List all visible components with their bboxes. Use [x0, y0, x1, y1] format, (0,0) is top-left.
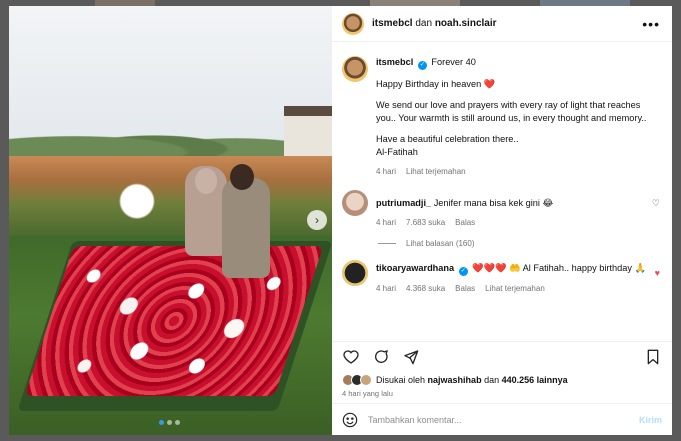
photo-hedge — [9, 156, 332, 236]
post-header: itsmebcl dan noah.sinclair ••• — [332, 6, 672, 42]
comment-reply-button[interactable]: Balas — [455, 282, 475, 295]
post-timeago[interactable]: 4 hari yang lalu — [332, 389, 672, 403]
comment-row: tikoaryawardhana ✓ ❤️❤️❤️ 🤲 Al Fatihah..… — [342, 260, 660, 295]
likes-text: Disukai oleh najwashihab dan 440.256 lai… — [376, 375, 568, 385]
comment-reply-button[interactable]: Balas — [455, 216, 475, 229]
comment-meta: 4 hari 4.368 suka Balas Lihat terjemahan — [376, 282, 646, 295]
post-comment-button[interactable]: Kirim — [639, 415, 662, 425]
photo-person-left-head — [195, 168, 217, 194]
comment-likes[interactable]: 4.368 suka — [406, 282, 445, 295]
comment-text: ❤️❤️❤️ 🤲 Al Fatihah.. happy birthday 🙏 — [472, 263, 646, 273]
likes-summary: Disukai oleh najwashihab dan 440.256 lai… — [332, 371, 672, 389]
comment-text: Jenifer mana bisa kek gini 😂 — [433, 198, 554, 208]
photo-person-right-head — [230, 164, 254, 190]
caption-line-1: Happy Birthday in heaven ❤️ — [376, 79, 496, 89]
carousel-next-icon[interactable]: › — [307, 210, 327, 230]
comment-bubble-icon[interactable] — [372, 348, 390, 366]
comment-translate-link[interactable]: Lihat terjemahan — [485, 282, 545, 295]
post-modal: › itsmebcl dan noah.sinclair ••• itsmebc… — [9, 6, 672, 435]
verified-badge-icon: ✓ — [458, 267, 468, 276]
likes-user[interactable]: najwashihab — [428, 375, 482, 385]
comment-likes[interactable]: 7.683 suka — [406, 216, 445, 229]
photo-rose-petals — [24, 246, 324, 396]
add-comment-bar: Kirim — [332, 403, 672, 435]
header-joiner: dan — [415, 18, 433, 29]
caption-time[interactable]: 4 hari — [376, 165, 396, 178]
photo-white-orchids — [117, 178, 157, 236]
replies-divider — [378, 243, 396, 244]
caption-avatar[interactable] — [342, 56, 368, 82]
likes-count[interactable]: 440.256 lainnya — [502, 375, 568, 385]
header-username[interactable]: itsmebcl — [372, 18, 413, 29]
caption-title: Forever 40 — [431, 57, 476, 67]
caption-body: itsmebcl ✓ Forever 40 Happy Birthday in … — [376, 56, 660, 178]
caption-line-4: Al-Fatihah — [376, 147, 418, 157]
header-usernames: itsmebcl dan noah.sinclair — [372, 18, 497, 29]
comment-time[interactable]: 4 hari — [376, 282, 396, 295]
caption-username[interactable]: itsmebcl — [376, 57, 413, 67]
comment-liked-heart-icon[interactable]: ♥ — [646, 260, 660, 295]
caption-meta: 4 hari Lihat terjemahan — [376, 165, 660, 178]
comment-input[interactable] — [368, 414, 639, 425]
post-sidebar: itsmebcl dan noah.sinclair ••• itsmebcl … — [332, 6, 672, 435]
comment-username[interactable]: tikoaryawardhana — [376, 263, 454, 273]
caption-line-3: Have a beautiful celebration there.. — [376, 134, 519, 144]
bookmark-icon[interactable] — [644, 348, 662, 366]
photo-person-right — [222, 178, 270, 278]
comment-like-heart-icon[interactable]: ♡ — [646, 190, 660, 229]
comment-time[interactable]: 4 hari — [376, 216, 396, 229]
post-actions — [332, 341, 672, 371]
likes-joiner: dan — [484, 375, 500, 385]
comment-body: tikoaryawardhana ✓ ❤️❤️❤️ 🤲 Al Fatihah..… — [376, 260, 646, 295]
comment-username[interactable]: putriumadji_ — [376, 198, 431, 208]
carousel-dot-active[interactable] — [159, 420, 164, 425]
author-avatar[interactable] — [342, 12, 364, 35]
likes-prefix: Disukai oleh — [376, 375, 426, 385]
share-send-icon[interactable] — [402, 348, 420, 366]
post-photo[interactable]: › — [9, 6, 332, 435]
carousel-dot[interactable] — [175, 420, 180, 425]
caption-row: itsmebcl ✓ Forever 40 Happy Birthday in … — [342, 56, 660, 178]
caption-line-2: We send our love and prayers with every … — [376, 100, 647, 123]
like-heart-icon[interactable] — [342, 348, 360, 366]
comment-avatar[interactable] — [342, 190, 368, 216]
view-replies-button[interactable]: Lihat balasan (160) — [378, 239, 660, 248]
carousel-dots — [159, 420, 180, 425]
emoji-icon[interactable] — [342, 412, 358, 428]
liker-avatar — [360, 374, 372, 386]
view-replies-label: Lihat balasan (160) — [406, 239, 475, 248]
comment-row: putriumadji_ Jenifer mana bisa kek gini … — [342, 190, 660, 229]
comments-list: itsmebcl ✓ Forever 40 Happy Birthday in … — [332, 42, 672, 341]
header-collaborator[interactable]: noah.sinclair — [435, 18, 497, 29]
more-horizontal-icon[interactable]: ••• — [642, 17, 660, 31]
comment-meta: 4 hari 7.683 suka Balas — [376, 216, 646, 229]
comment-avatar[interactable] — [342, 260, 368, 286]
verified-badge-icon: ✓ — [417, 61, 427, 70]
caption-translate-link[interactable]: Lihat terjemahan — [406, 165, 466, 178]
comment-body: putriumadji_ Jenifer mana bisa kek gini … — [376, 190, 646, 229]
carousel-dot[interactable] — [167, 420, 172, 425]
